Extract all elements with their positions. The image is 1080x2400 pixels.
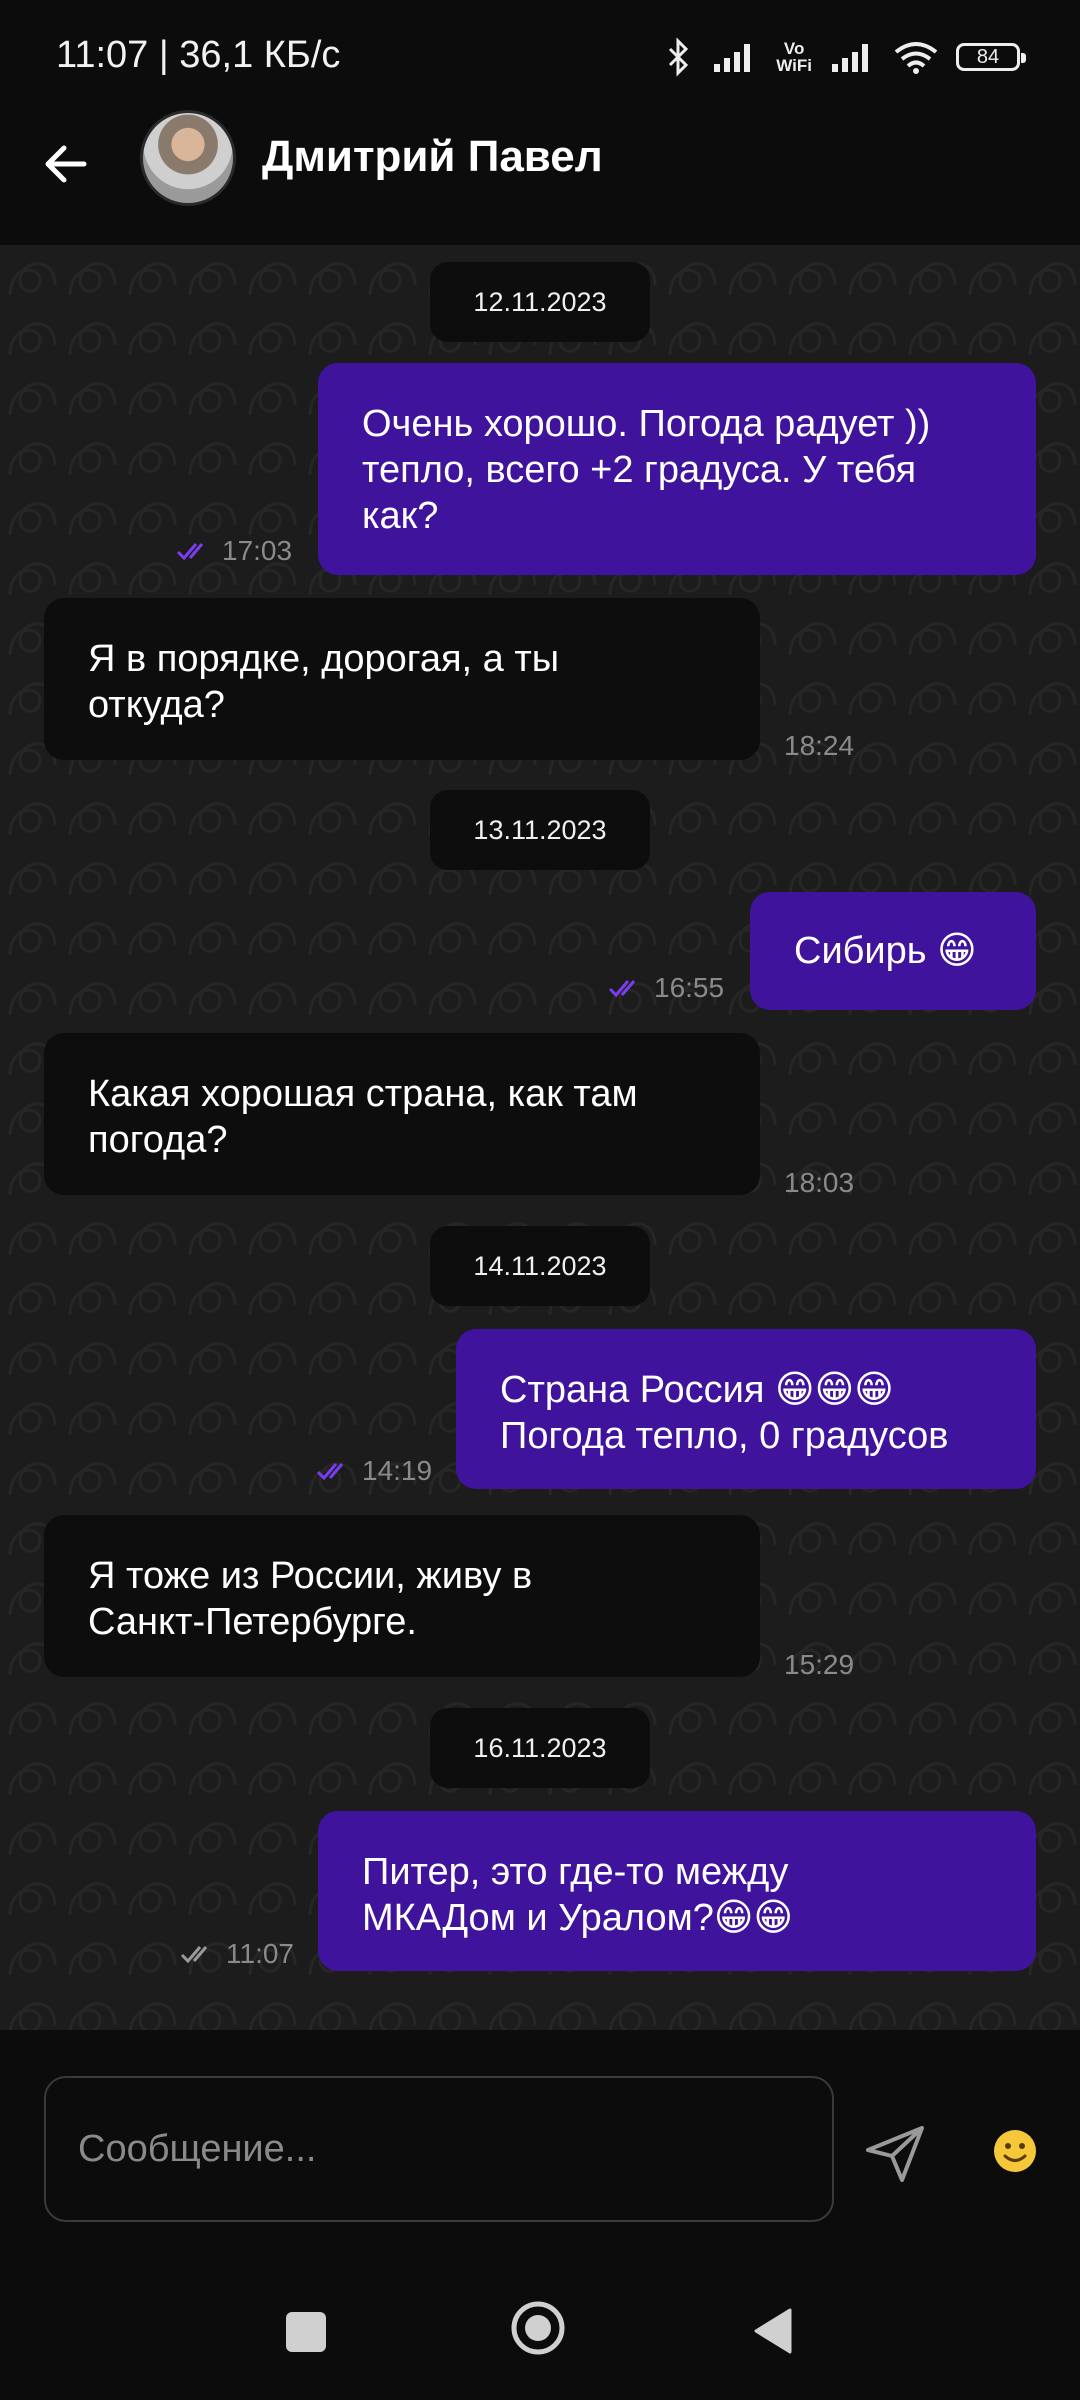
message-time: 18:03 bbox=[784, 1167, 854, 1199]
double-check-sent-icon bbox=[180, 1946, 208, 1964]
signal-icon bbox=[712, 40, 758, 74]
time-label: 18:03 bbox=[784, 1167, 855, 1198]
chat-area[interactable]: 12.11.2023 Очень хорошо. Погода радует )… bbox=[0, 245, 1080, 2030]
status-bar: 11:07 | 36,1 КБ/с Vo WiFi 84 bbox=[0, 0, 1080, 110]
avatar[interactable] bbox=[140, 110, 236, 206]
message-outgoing[interactable]: Страна Россия 😁😁😁 Погода тепло, 0 градус… bbox=[456, 1329, 1036, 1489]
double-check-read-icon bbox=[316, 1463, 344, 1481]
paper-plane-icon bbox=[866, 2126, 924, 2182]
message-time: 16:55 bbox=[608, 972, 724, 1004]
time-label: 16:55 bbox=[654, 972, 725, 1003]
message-line: откуда? bbox=[88, 684, 225, 726]
message-outgoing[interactable]: Питер, это где-то между МКАДом и Уралом?… bbox=[318, 1811, 1036, 1971]
message-outgoing[interactable]: Сибирь 😁 bbox=[750, 892, 1036, 1010]
time-label: 17:03 bbox=[222, 535, 293, 566]
date-separator: 13.11.2023 bbox=[430, 790, 650, 870]
message-time: 17:03 bbox=[176, 535, 292, 567]
bluetooth-icon bbox=[664, 37, 694, 77]
status-time: 11:07 | 36,1 КБ/с bbox=[56, 34, 341, 76]
message-input[interactable] bbox=[44, 2076, 834, 2222]
date-separator: 14.11.2023 bbox=[430, 1226, 650, 1306]
emoji-button[interactable] bbox=[992, 2128, 1038, 2174]
message-time: 15:29 bbox=[784, 1649, 854, 1681]
message-time: 11:07 bbox=[180, 1938, 294, 1970]
message-incoming[interactable]: Я в порядке, дорогая, а ты откуда? bbox=[44, 598, 760, 760]
home-button[interactable] bbox=[510, 2300, 566, 2356]
contact-name[interactable]: Дмитрий Павел bbox=[262, 132, 603, 182]
message-line: Я тоже из России, живу в bbox=[88, 1555, 533, 1597]
send-button[interactable] bbox=[862, 2120, 928, 2186]
circle-icon bbox=[511, 2301, 565, 2355]
message-line: Какая хорошая страна, как там bbox=[88, 1073, 638, 1115]
message-line: Очень хорошо. Погода радует )) bbox=[362, 403, 931, 445]
time-label: 11:07 bbox=[226, 1938, 294, 1969]
system-back-button[interactable] bbox=[752, 2306, 794, 2356]
message-line: МКАДом и Уралом?😁😁 bbox=[362, 1897, 794, 1939]
message-incoming[interactable]: Какая хорошая страна, как там погода? bbox=[44, 1033, 760, 1195]
date-separator: 12.11.2023 bbox=[430, 262, 650, 342]
date-separator: 16.11.2023 bbox=[430, 1708, 650, 1788]
message-line: Санкт-Петербурге. bbox=[88, 1601, 417, 1643]
message-line: Я в порядке, дорогая, а ты bbox=[88, 638, 560, 680]
smile-emoji-icon bbox=[994, 2130, 1036, 2172]
battery-icon: 84 bbox=[956, 43, 1026, 71]
back-button[interactable] bbox=[40, 136, 96, 192]
recents-button[interactable] bbox=[286, 2312, 326, 2352]
system-nav-bar bbox=[0, 2270, 1080, 2400]
message-incoming[interactable]: Я тоже из России, живу в Санкт-Петербург… bbox=[44, 1515, 760, 1677]
signal-icon bbox=[830, 40, 876, 74]
message-outgoing[interactable]: Очень хорошо. Погода радует )) тепло, вс… bbox=[318, 363, 1036, 575]
double-check-read-icon bbox=[176, 543, 204, 561]
message-line: Страна Россия 😁😁😁 bbox=[500, 1369, 894, 1411]
time-label: 15:29 bbox=[784, 1649, 855, 1680]
message-line: погода? bbox=[88, 1119, 228, 1161]
message-line: Питер, это где-то между bbox=[362, 1851, 789, 1893]
message-time: 14:19 bbox=[316, 1455, 432, 1487]
triangle-back-icon bbox=[754, 2308, 792, 2354]
message-composer bbox=[0, 2030, 1080, 2270]
message-line: тепло, всего +2 градуса. У тебя bbox=[362, 449, 917, 491]
time-label: 18:24 bbox=[784, 730, 855, 761]
message-line: Сибирь 😁 bbox=[794, 930, 977, 972]
message-line: Погода тепло, 0 градусов bbox=[500, 1415, 949, 1457]
wifi-icon bbox=[894, 40, 938, 74]
time-label: 14:19 bbox=[362, 1455, 433, 1486]
arrow-left-icon bbox=[45, 145, 87, 183]
message-line: как? bbox=[362, 495, 439, 537]
chat-header: Дмитрий Павел bbox=[0, 110, 1080, 245]
vowifi-icon: Vo WiFi bbox=[776, 39, 812, 75]
double-check-read-icon bbox=[608, 980, 636, 998]
status-icons: Vo WiFi 84 bbox=[664, 30, 1026, 84]
message-time: 18:24 bbox=[784, 730, 854, 762]
